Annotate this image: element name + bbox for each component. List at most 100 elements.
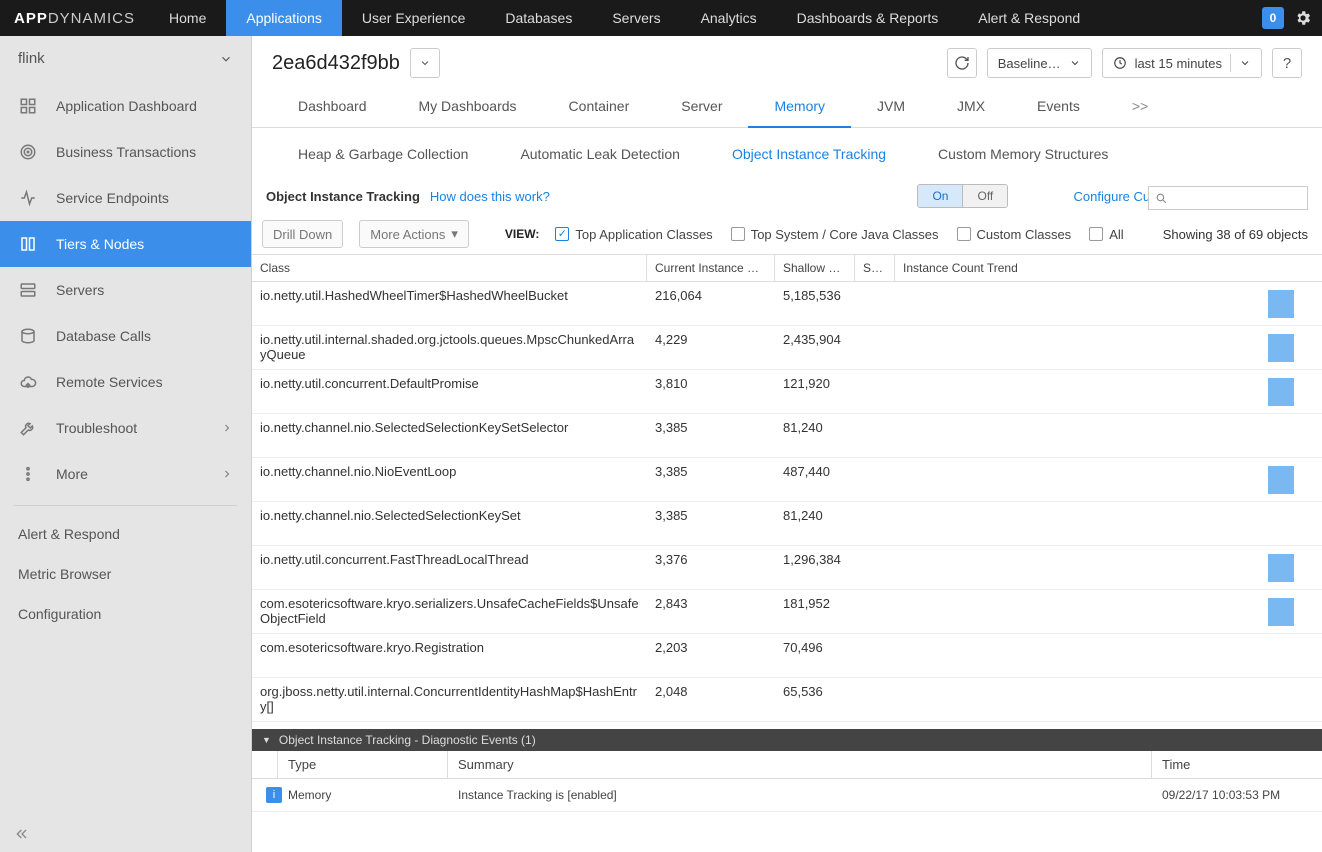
cell-count: 3,810 [647, 370, 775, 413]
top-nav: HomeApplicationsUser ExperienceDatabases… [149, 0, 1262, 36]
sidebar-item-remote-services[interactable]: Remote Services [0, 359, 251, 405]
table-row[interactable]: io.netty.channel.nio.SelectedSelectionKe… [252, 502, 1322, 546]
diag-time: 09/22/17 10:03:53 PM [1152, 784, 1322, 806]
filter-check-custom-classes[interactable]: Custom Classes [957, 227, 1072, 242]
cell-trend [895, 282, 1322, 325]
more-actions-button[interactable]: More Actions ▾ [359, 220, 469, 248]
sidebar-item-more[interactable]: More [0, 451, 251, 497]
table-row[interactable]: io.netty.util.concurrent.DefaultPromise3… [252, 370, 1322, 414]
diagnostic-events-header[interactable]: ▼ Object Instance Tracking - Diagnostic … [252, 729, 1322, 751]
cell-trend [895, 414, 1322, 457]
time-range-select[interactable]: last 15 minutes [1102, 48, 1262, 78]
help-button[interactable]: ? [1272, 48, 1302, 78]
sidebar-item-application-dashboard[interactable]: Application Dashboard [0, 83, 251, 129]
tab-memory[interactable]: Memory [748, 88, 851, 128]
sidebar-link-configuration[interactable]: Configuration [0, 594, 251, 634]
tab-[interactable]: >> [1106, 88, 1174, 128]
cell-class: io.netty.channel.nio.SelectedSelectionKe… [252, 502, 647, 545]
tab-jvm[interactable]: JVM [851, 88, 931, 128]
cell-status [855, 282, 895, 325]
topnav-servers[interactable]: Servers [592, 0, 680, 36]
sidebar-item-label: Database Calls [56, 328, 151, 344]
table-row[interactable]: io.netty.util.HashedWheelTimer$HashedWhe… [252, 282, 1322, 326]
diag-row[interactable]: i Memory Instance Tracking is [enabled] … [252, 779, 1322, 812]
sidebar-item-tiers-nodes[interactable]: Tiers & Nodes [0, 221, 251, 267]
search-input[interactable] [1148, 186, 1308, 210]
topnav-databases[interactable]: Databases [485, 0, 592, 36]
diag-col-time[interactable]: Time [1152, 751, 1322, 778]
drill-down-button[interactable]: Drill Down [262, 220, 343, 248]
collapse-sidebar-button[interactable] [0, 816, 251, 852]
col-size[interactable]: Shallow Siz… [775, 255, 855, 281]
sidebar-item-service-endpoints[interactable]: Service Endpoints [0, 175, 251, 221]
cell-trend [895, 678, 1322, 721]
refresh-button[interactable] [947, 48, 977, 78]
tab-my-dashboards[interactable]: My Dashboards [393, 88, 543, 128]
cell-size: 121,920 [775, 370, 855, 413]
cell-trend [895, 458, 1322, 501]
check-label: Top Application Classes [575, 227, 712, 242]
table-row[interactable]: io.netty.channel.nio.NioEventLoop3,38548… [252, 458, 1322, 502]
tracking-toggle[interactable]: On Off [917, 184, 1008, 208]
topnav-user-experience[interactable]: User Experience [342, 0, 486, 36]
sparkline-icon [1268, 290, 1294, 318]
table-row[interactable]: org.jboss.netty.util.internal.Concurrent… [252, 678, 1322, 722]
col-class[interactable]: Class [252, 255, 647, 281]
toggle-off[interactable]: Off [963, 185, 1007, 207]
sidebar-link-metric-browser[interactable]: Metric Browser [0, 554, 251, 594]
table-row[interactable]: io.netty.channel.nio.SelectedSelectionKe… [252, 414, 1322, 458]
tab-container[interactable]: Container [543, 88, 656, 128]
topnav-home[interactable]: Home [149, 0, 226, 36]
tab-server[interactable]: Server [655, 88, 748, 128]
col-status[interactable]: Status [855, 255, 895, 281]
gear-icon[interactable] [1294, 9, 1312, 27]
cell-count: 3,385 [647, 414, 775, 457]
cell-count: 3,385 [647, 458, 775, 501]
topnav-analytics[interactable]: Analytics [681, 0, 777, 36]
filter-check-all[interactable]: All [1089, 227, 1123, 242]
cell-size: 2,435,904 [775, 326, 855, 369]
sidebar-item-database-calls[interactable]: Database Calls [0, 313, 251, 359]
app-selector[interactable]: flink [0, 36, 251, 77]
notification-badge[interactable]: 0 [1262, 7, 1284, 29]
cell-count: 3,385 [647, 502, 775, 545]
tab-jmx[interactable]: JMX [931, 88, 1011, 128]
table-row[interactable]: io.netty.util.internal.shaded.org.jctool… [252, 326, 1322, 370]
help-link[interactable]: How does this work? [430, 189, 550, 204]
cell-status [855, 370, 895, 413]
sidebar-item-servers[interactable]: Servers [0, 267, 251, 313]
collapse-triangle-icon: ▼ [262, 735, 271, 745]
filter-check-top-application-classes[interactable]: Top Application Classes [555, 227, 712, 242]
baseline-select[interactable]: Baseline… [987, 48, 1092, 78]
sidebar-item-business-transactions[interactable]: Business Transactions [0, 129, 251, 175]
sparkline-icon [1268, 466, 1294, 494]
view-label: VIEW: [505, 227, 539, 241]
logo: APPDYNAMICS [0, 0, 149, 36]
sidebar-item-label: Servers [56, 282, 104, 298]
node-dropdown-button[interactable] [410, 48, 440, 78]
subtab-heap-garbage-collection[interactable]: Heap & Garbage Collection [272, 134, 494, 174]
baseline-label: Baseline… [998, 56, 1061, 71]
filter-check-top-system-core-java-classes[interactable]: Top System / Core Java Classes [731, 227, 939, 242]
topnav-alert-respond[interactable]: Alert & Respond [958, 0, 1100, 36]
table-row[interactable]: com.esotericsoftware.kryo.serializers.Un… [252, 590, 1322, 634]
cell-size: 65,536 [775, 678, 855, 721]
table-row[interactable]: io.netty.util.concurrent.FastThreadLocal… [252, 546, 1322, 590]
tab-events[interactable]: Events [1011, 88, 1106, 128]
subtab-object-instance-tracking[interactable]: Object Instance Tracking [706, 134, 912, 174]
chevron-right-icon [221, 468, 233, 480]
topnav-dashboards-reports[interactable]: Dashboards & Reports [777, 0, 959, 36]
tab-dashboard[interactable]: Dashboard [272, 88, 393, 128]
toggle-on[interactable]: On [918, 185, 963, 207]
topnav-applications[interactable]: Applications [226, 0, 342, 36]
subtab-custom-memory-structures[interactable]: Custom Memory Structures [912, 134, 1134, 174]
cell-count: 2,048 [647, 678, 775, 721]
col-trend[interactable]: Instance Count Trend [895, 255, 1322, 281]
subtab-automatic-leak-detection[interactable]: Automatic Leak Detection [494, 134, 706, 174]
sidebar-link-alert-respond[interactable]: Alert & Respond [0, 514, 251, 554]
col-count[interactable]: Current Instance C… ▲ [647, 255, 775, 281]
diag-col-summary[interactable]: Summary [448, 751, 1152, 778]
sidebar-item-troubleshoot[interactable]: Troubleshoot [0, 405, 251, 451]
diag-col-type[interactable]: Type [278, 751, 448, 778]
table-row[interactable]: com.esotericsoftware.kryo.Registration2,… [252, 634, 1322, 678]
